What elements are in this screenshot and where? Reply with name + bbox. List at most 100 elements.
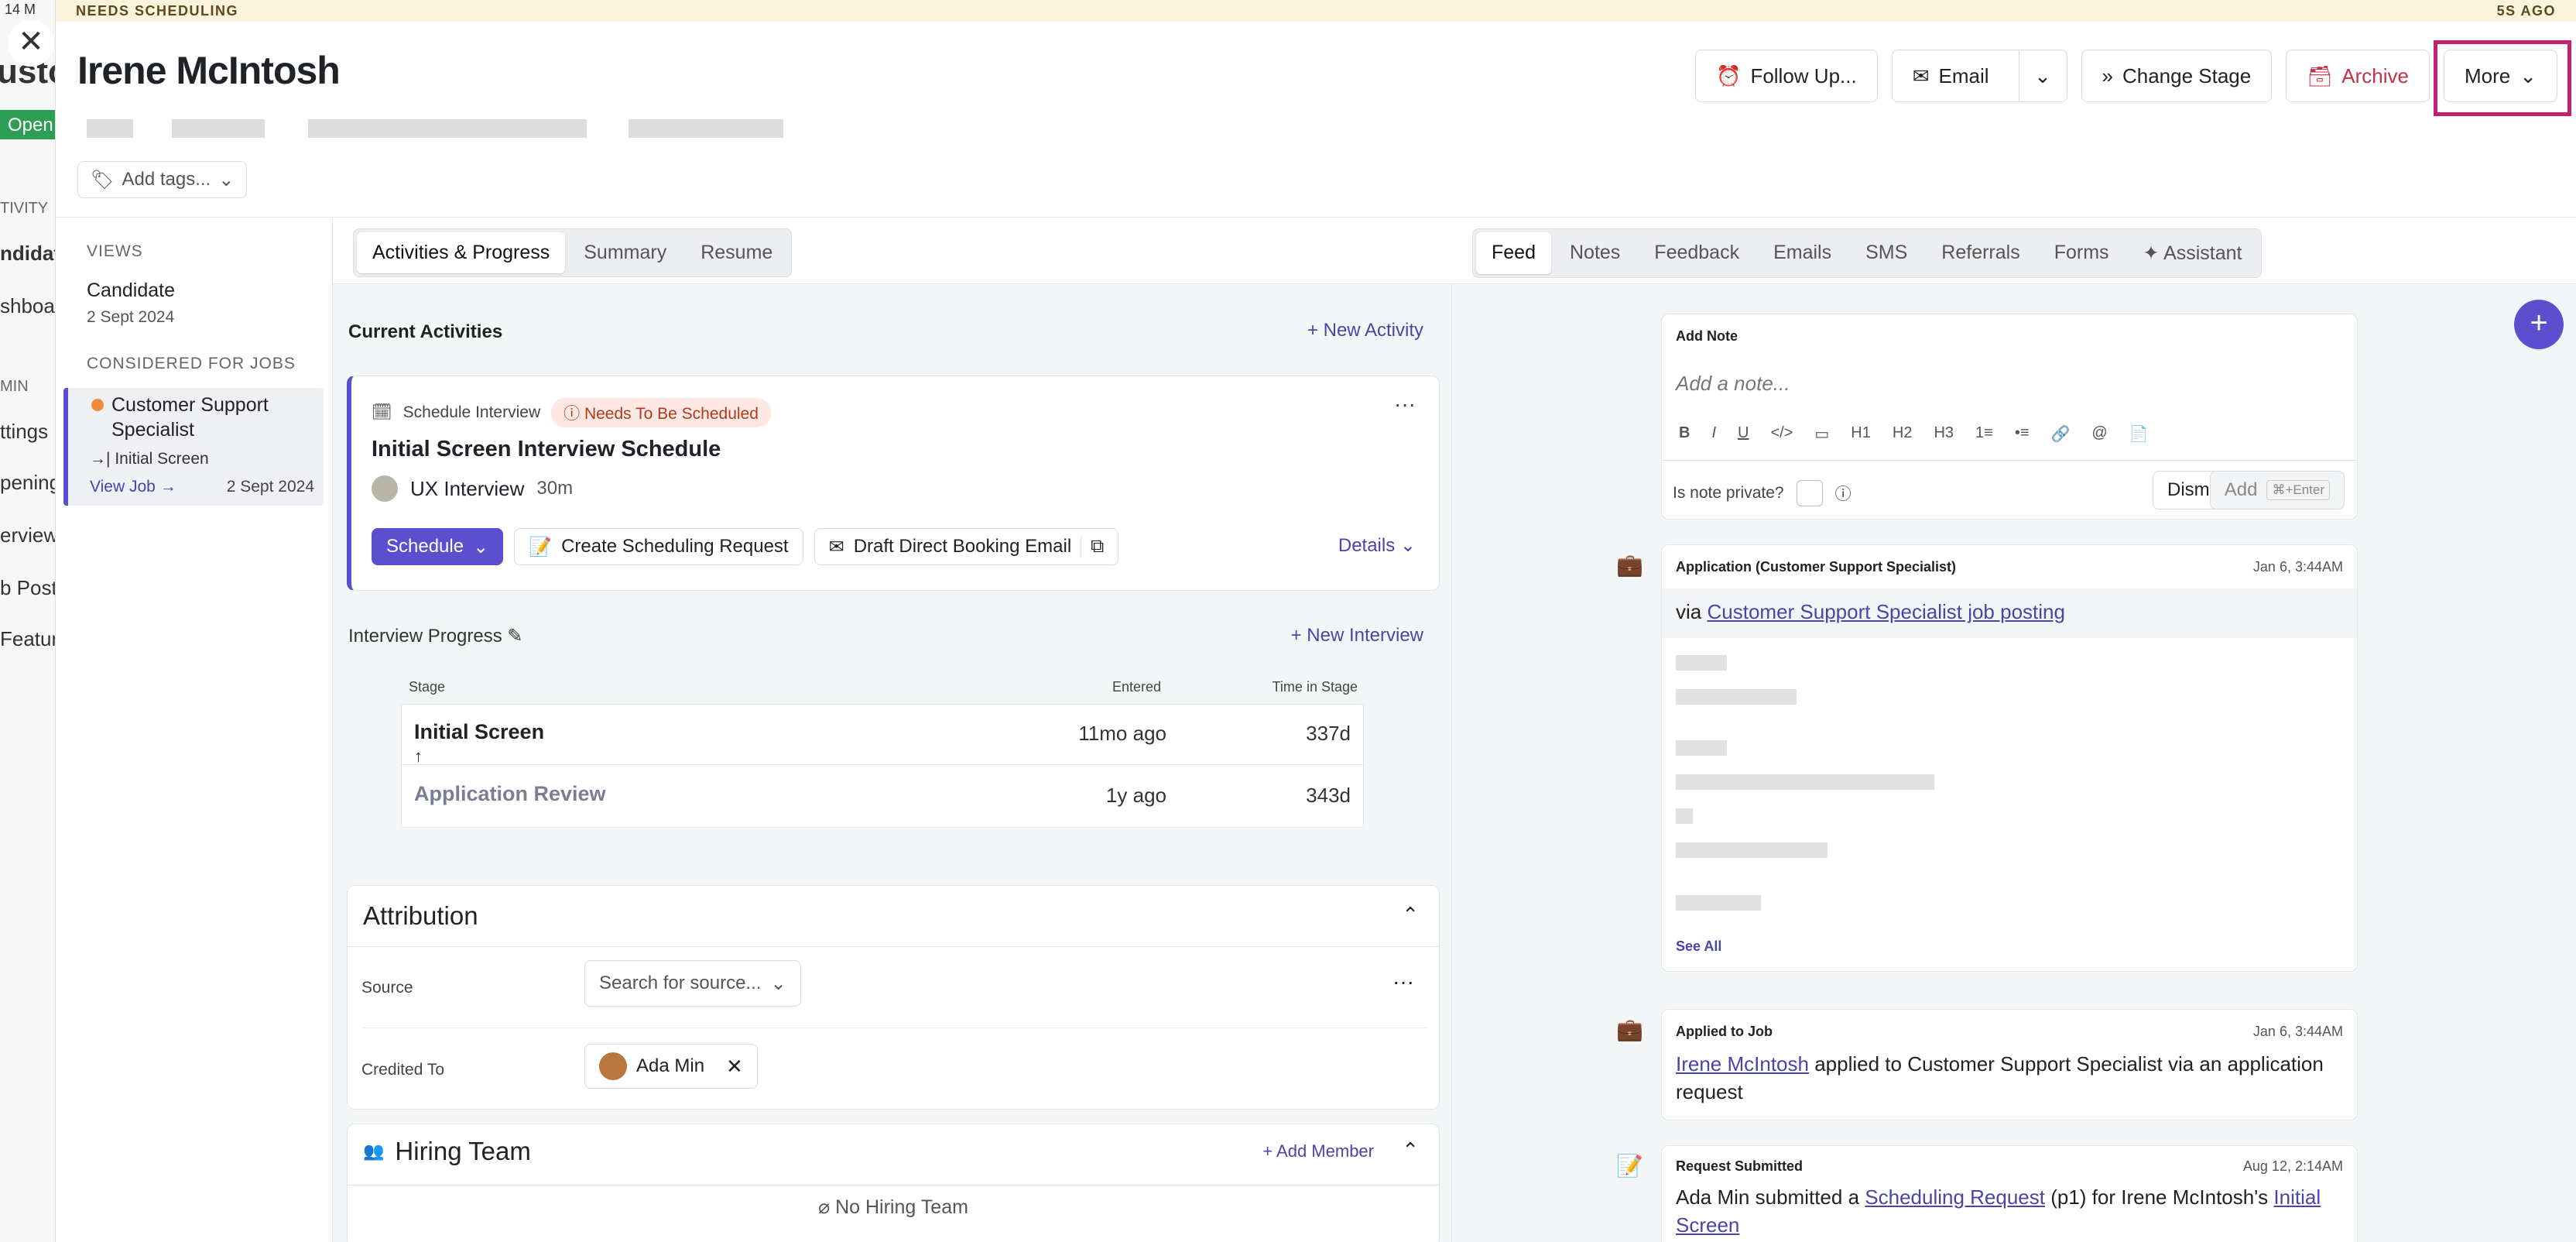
interview-progress-label: Interview Progress (348, 626, 502, 647)
link-icon[interactable]: 🔗 (2051, 424, 2071, 444)
change-stage-button[interactable]: » Change Stage (2081, 50, 2273, 102)
code-icon[interactable]: </> (1770, 424, 1793, 444)
job-card[interactable]: Customer Support Specialist →| Initial S… (63, 388, 324, 506)
archive-icon: 🗃 (2307, 63, 2333, 87)
tab-feed[interactable]: Feed (1476, 232, 1551, 274)
close-icon[interactable]: ✕ (726, 1055, 743, 1079)
row-entered: 1y ago (1105, 784, 1166, 807)
h1-icon[interactable]: H1 (1851, 424, 1871, 444)
add-tags-button[interactable]: 🏷 Add tags... ⌄ (77, 161, 248, 198)
empty-label: No Hiring Team (835, 1196, 968, 1218)
email-split-button: ✉ Email ⌄ (1891, 50, 2067, 102)
left-column: VIEWS Candidate 2 Sept 2024 CONSIDERED F… (56, 218, 333, 1242)
close-icon[interactable]: ✕ (8, 20, 54, 67)
tab-assistant[interactable]: ✦ Assistant (2128, 232, 2258, 274)
tab-referrals[interactable]: Referrals (1926, 232, 2035, 274)
codeblock-icon[interactable]: ▭ (1814, 424, 1829, 444)
view-candidate[interactable]: Candidate (87, 280, 332, 302)
calendar-icon: 🗓 (372, 403, 392, 421)
row-stage: Application Review (414, 782, 606, 805)
add-member-button[interactable]: + Add Member (1262, 1141, 1374, 1161)
bg-text: b Posti (0, 576, 56, 599)
schedule-label: Schedule (386, 536, 464, 557)
candidate-link[interactable]: Irene McIntosh (1676, 1052, 1809, 1076)
tab-notes[interactable]: Notes (1554, 232, 1636, 274)
bullet-list-icon[interactable]: •≡ (2015, 424, 2030, 444)
activity-type: Schedule Interview (402, 403, 541, 421)
app-root: 14 M usto Open TIVITY ndidat shboar MIN … (0, 0, 2576, 1242)
underline-icon[interactable]: U (1738, 424, 1749, 444)
tab-summary[interactable]: Summary (568, 232, 682, 273)
table-row[interactable]: Initial Screen ↑ 11mo ago 337d (402, 705, 1363, 766)
new-interview-button[interactable]: + New Interview (1291, 625, 1423, 647)
activities-column: Activities & Progress Summary Resume Cur… (333, 218, 1452, 1242)
add-note-button[interactable]: Add ⌘+Enter (2209, 471, 2345, 509)
redacted-info (1676, 740, 1727, 756)
alarm-icon: ⏰ (1716, 63, 1742, 87)
interview-name: UX Interview (410, 476, 525, 500)
archive-button[interactable]: 🗃 Archive (2286, 50, 2430, 102)
h2-icon[interactable]: H2 (1893, 424, 1913, 444)
create-scheduling-request-button[interactable]: 📝 Create Scheduling Request (514, 528, 803, 565)
tab-forms[interactable]: Forms (2039, 232, 2125, 274)
attribution-card: Attribution ⌃ Source Search for source..… (347, 885, 1440, 1110)
email-button[interactable]: ✉ Email (1893, 50, 2009, 101)
new-activity-button[interactable]: + New Activity (1307, 320, 1423, 341)
table-row[interactable]: Application Review 1y ago 343d (402, 765, 1363, 827)
pencil-icon[interactable]: ✎ (507, 626, 522, 647)
email-dropdown-button[interactable]: ⌄ (2018, 50, 2067, 101)
scheduling-request-link[interactable]: Scheduling Request (1865, 1185, 2045, 1209)
redacted-info (1676, 689, 1797, 705)
tab-sms[interactable]: SMS (1850, 232, 1923, 274)
info-icon[interactable]: ⓘ (1835, 482, 1852, 505)
chevron-up-icon[interactable]: ⌃ (1402, 1138, 1419, 1162)
copy-icon[interactable]: ⧉ (1081, 536, 1104, 558)
plus-icon: + (2530, 306, 2548, 340)
progress-table: Initial Screen ↑ 11mo ago 337d Applicati… (401, 704, 1364, 828)
job-posting-link[interactable]: Customer Support Specialist job posting (1707, 600, 2064, 623)
details-button[interactable]: Details ⌄ (1338, 534, 1416, 557)
add-label: Add (2224, 479, 2258, 500)
redacted-info (172, 119, 265, 138)
private-checkbox[interactable] (1796, 480, 1823, 506)
considered-title: CONSIDERED FOR JOBS (87, 355, 296, 372)
draft-email-button[interactable]: ✉ Draft Direct Booking Email ⧉ (814, 528, 1119, 565)
source-select[interactable]: Search for source... ⌄ (584, 960, 801, 1007)
header-entered: Entered (1112, 679, 1161, 695)
see-all-link[interactable]: See All (1676, 938, 1721, 955)
redacted-info (1676, 655, 1727, 671)
bold-icon[interactable]: B (1679, 424, 1690, 444)
schedule-button[interactable]: Schedule ⌄ (372, 528, 504, 565)
redacted-info (1676, 774, 1934, 790)
note-input[interactable]: Add a note... (1676, 372, 1790, 396)
more-options-icon[interactable]: ··· (1392, 969, 1414, 994)
credited-chip: Ada Min ✕ (584, 1044, 758, 1089)
h3-icon[interactable]: H3 (1934, 424, 1954, 444)
chevron-up-icon[interactable]: ⌃ (1402, 903, 1419, 927)
tab-emails[interactable]: Emails (1758, 232, 1847, 274)
file-icon[interactable]: 📄 (2129, 424, 2149, 444)
italic-icon[interactable]: I (1711, 424, 1716, 444)
feed-column: Feed Notes Feedback Emails SMS Referrals… (1452, 218, 2576, 1242)
more-options-icon[interactable]: ··· (1394, 392, 1416, 417)
tab-activities[interactable]: Activities & Progress (357, 232, 566, 273)
bg-text: shboar (0, 294, 56, 317)
bg-text: MIN (0, 378, 29, 395)
sparkle-icon: ✦ (2143, 242, 2160, 264)
tag-icon: 🏷 (91, 169, 115, 190)
mention-icon[interactable]: @ (2091, 424, 2107, 444)
add-fab-button[interactable]: + (2514, 300, 2564, 349)
attribution-title: Attribution (363, 901, 478, 930)
job-title: Customer Support Specialist (111, 394, 269, 441)
mail-icon: ✉ (828, 536, 844, 558)
empty-circle-icon: ⌀ (818, 1196, 831, 1218)
redacted-info (629, 119, 783, 138)
view-job-link[interactable]: View Job → (90, 478, 176, 496)
follow-up-button[interactable]: ⏰ Follow Up... (1695, 50, 1878, 102)
tab-feedback[interactable]: Feedback (1639, 232, 1755, 274)
divider (348, 946, 1439, 947)
archive-label: Archive (2341, 63, 2409, 87)
ordered-list-icon[interactable]: 1≡ (1975, 424, 1993, 444)
tab-resume[interactable]: Resume (685, 232, 788, 273)
view-date: 2 Sept 2024 (87, 308, 175, 326)
